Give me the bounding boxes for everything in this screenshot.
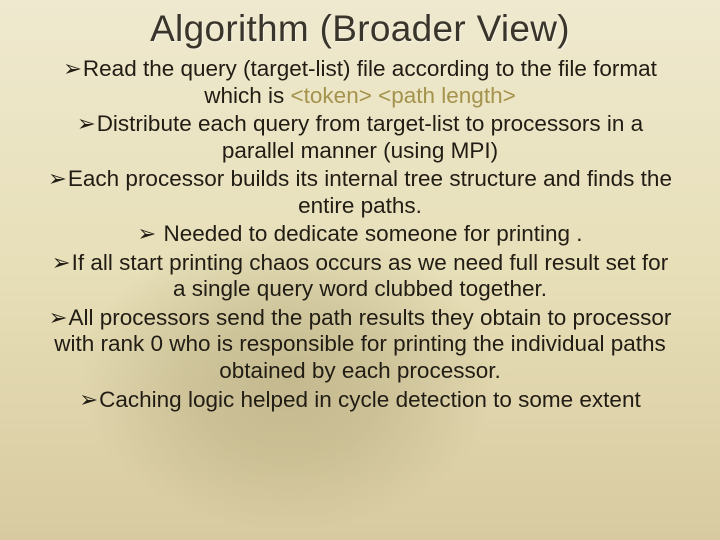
chevron-right-icon: ➢: [137, 221, 156, 246]
slide-body: ➢Read the query (target-list) file accor…: [46, 56, 674, 413]
item-highlight: <token> <path length>: [291, 83, 516, 108]
chevron-right-icon: ➢: [49, 305, 68, 330]
list-item: ➢Caching logic helped in cycle detection…: [46, 387, 674, 414]
chevron-right-icon: ➢: [63, 56, 82, 81]
list-item: ➢ Needed to dedicate someone for printin…: [46, 221, 674, 248]
item-text: If all start printing chaos occurs as we…: [72, 250, 669, 302]
list-item: ➢All processors send the path results th…: [46, 305, 674, 385]
item-text: Distribute each query from target-list t…: [97, 111, 643, 163]
chevron-right-icon: ➢: [48, 166, 67, 191]
slide: Algorithm (Broader View) ➢Read the query…: [0, 0, 720, 413]
list-item: ➢If all start printing chaos occurs as w…: [46, 250, 674, 303]
item-text: Caching logic helped in cycle detection …: [99, 387, 641, 412]
list-item: ➢Read the query (target-list) file accor…: [46, 56, 674, 109]
list-item: ➢Distribute each query from target-list …: [46, 111, 674, 164]
list-item: ➢Each processor builds its internal tree…: [46, 166, 674, 219]
item-text: Needed to dedicate someone for printing …: [157, 221, 582, 246]
item-text: Each processor builds its internal tree …: [68, 166, 672, 218]
chevron-right-icon: ➢: [52, 250, 71, 275]
chevron-right-icon: ➢: [77, 111, 96, 136]
item-text: All processors send the path results the…: [54, 305, 671, 383]
chevron-right-icon: ➢: [79, 387, 98, 412]
slide-title: Algorithm (Broader View): [46, 8, 674, 50]
